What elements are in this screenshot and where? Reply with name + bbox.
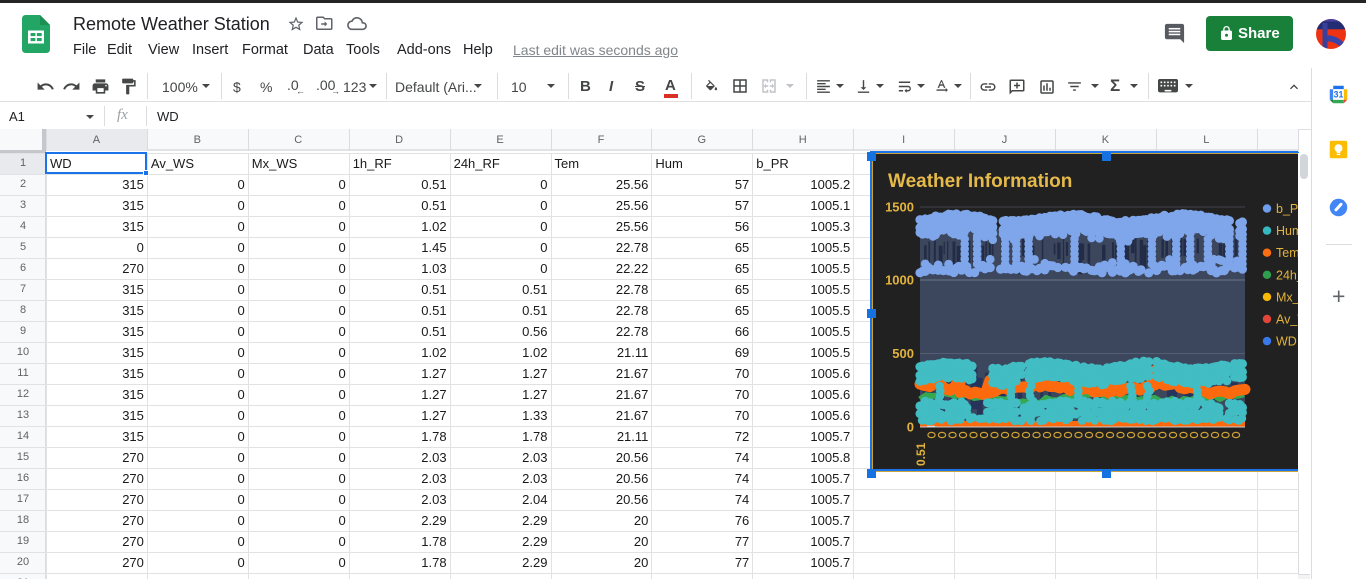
svg-text:31: 31 (1334, 90, 1344, 100)
svg-text:1000: 1000 (885, 273, 914, 288)
svg-text:1500: 1500 (885, 200, 914, 215)
svg-text:500: 500 (892, 346, 914, 361)
svg-text:0.51: 0.51 (914, 442, 928, 466)
svg-text:0: 0 (907, 420, 914, 435)
svg-text:Mx_WS: Mx_WS (1276, 290, 1298, 304)
svg-text:Tem: Tem (1276, 246, 1298, 260)
svg-text:b_PR: b_PR (1276, 202, 1298, 216)
svg-text:WD: WD (1276, 335, 1297, 349)
svg-text:Av_WS: Av_WS (1276, 313, 1298, 327)
svg-text:Hum: Hum (1276, 224, 1298, 238)
svg-text:Weather Information: Weather Information (888, 171, 1072, 192)
svg-text:24h_RF: 24h_RF (1276, 268, 1298, 282)
